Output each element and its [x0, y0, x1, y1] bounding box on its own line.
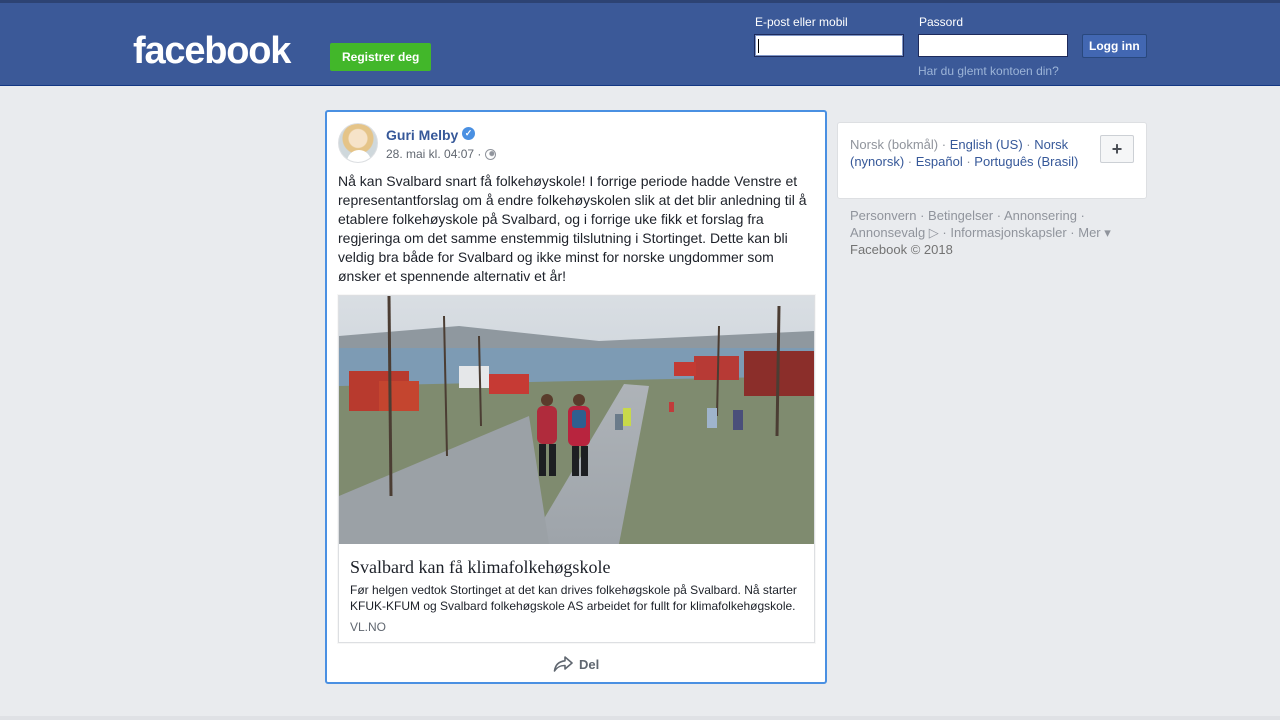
bottom-strip — [0, 716, 1280, 720]
language-selector: Norsk (bokmål) · English (US) · Norsk (n… — [837, 122, 1147, 199]
author-avatar[interactable] — [338, 123, 378, 163]
post-author[interactable]: Guri Melby — [386, 126, 458, 144]
add-language-button[interactable]: + — [1100, 135, 1134, 163]
verified-badge-icon: ✓ — [462, 127, 475, 140]
password-label: Passord — [919, 15, 964, 29]
action-bar: Del — [327, 648, 825, 680]
svalbard-street-image — [339, 296, 814, 544]
link-title[interactable]: Svalbard kan få klimafolkehøgskole — [350, 556, 610, 578]
share-arrow-icon — [553, 656, 573, 672]
text-cursor — [758, 39, 759, 53]
current-language: Norsk (bokmål) — [850, 137, 939, 152]
ad-choices-icon: ▷ — [925, 225, 939, 240]
footer-link-privacy[interactable]: Personvern — [850, 208, 916, 223]
facebook-logo[interactable]: facebook — [133, 31, 291, 71]
share-button[interactable]: Del — [553, 654, 599, 674]
avatar-figure — [347, 150, 371, 162]
post-text: Nå kan Svalbard snart få folkehøyskole! … — [338, 173, 807, 284]
register-button[interactable]: Registrer deg — [330, 43, 432, 71]
link-domain: VL.NO — [350, 620, 387, 634]
chevron-down-icon[interactable]: ▾ — [1101, 225, 1111, 240]
share-label: Del — [579, 656, 600, 672]
globe-icon[interactable] — [485, 149, 496, 160]
forgot-account-link[interactable]: Har du glemt kontoen din? — [918, 64, 1059, 78]
password-field[interactable] — [918, 34, 1068, 57]
email-field[interactable] — [754, 34, 904, 57]
copyright: Facebook © 2018 — [850, 242, 953, 257]
post-card: Guri Melby ✓ 28. mai kl. 04:07 · Nå kan … — [325, 110, 827, 684]
link-preview[interactable]: Svalbard kan få klimafolkehøgskole Før h… — [338, 295, 815, 643]
login-button[interactable]: Logg inn — [1082, 34, 1147, 58]
language-espanol[interactable]: Español — [916, 154, 963, 169]
link-description: Før helgen vedtok Stortinget at det kan … — [350, 583, 797, 613]
link-image[interactable] — [339, 296, 814, 544]
footer-link-cookies[interactable]: Informasjonskapsler — [950, 225, 1066, 240]
footer-link-advertising[interactable]: Annonsering — [1004, 208, 1077, 223]
footer-links: Personvern · Betingelser · Annonsering ·… — [850, 208, 1111, 257]
language-list: Norsk (bokmål) · English (US) · Norsk (n… — [850, 137, 1079, 169]
footer-link-ad-choices[interactable]: Annonsevalg — [850, 225, 925, 240]
footer-link-terms[interactable]: Betingelser — [928, 208, 993, 223]
post-timestamp[interactable]: 28. mai kl. 04:07 · — [386, 147, 481, 161]
language-english-us[interactable]: English (US) — [950, 137, 1023, 152]
email-label: E-post eller mobil — [755, 15, 848, 29]
footer-link-more[interactable]: Mer — [1078, 225, 1100, 240]
language-portugues-brasil[interactable]: Português (Brasil) — [974, 154, 1078, 169]
